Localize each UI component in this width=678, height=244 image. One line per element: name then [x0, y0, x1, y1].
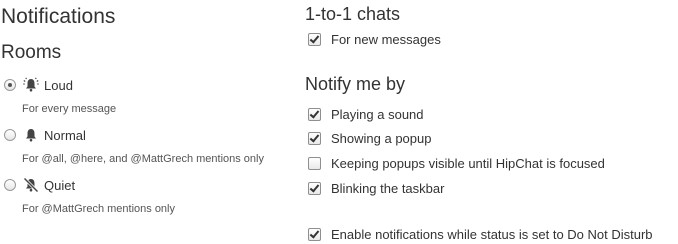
loud-bell-icon	[23, 77, 39, 93]
normal-description: For @all, @here, and @MattGrech mentions…	[22, 153, 264, 165]
rooms-heading: Rooms	[1, 42, 62, 63]
blinking-taskbar-checkbox[interactable]	[308, 181, 321, 195]
quiet-description: For @MattGrech mentions only	[22, 203, 175, 215]
room-option-normal[interactable]: Normal	[4, 125, 86, 145]
page-title: Notifications	[1, 5, 116, 28]
showing-popup-label: Showing a popup	[331, 130, 432, 146]
playing-sound-checkbox[interactable]	[308, 107, 321, 121]
blinking-taskbar-label: Blinking the taskbar	[331, 180, 445, 196]
dnd-notifications-option[interactable]: Enable notifications while status is set…	[308, 225, 653, 243]
new-messages-checkbox[interactable]	[308, 32, 321, 46]
loud-label: Loud	[44, 77, 73, 93]
playing-sound-label: Playing a sound	[331, 106, 424, 122]
playing-sound-option[interactable]: Playing a sound	[308, 105, 424, 123]
quiet-radio[interactable]	[4, 179, 16, 191]
keep-popups-visible-checkbox[interactable]	[308, 156, 321, 170]
notify-me-by-heading: Notify me by	[305, 74, 406, 94]
dnd-notifications-label: Enable notifications while status is set…	[331, 226, 653, 242]
blinking-taskbar-option[interactable]: Blinking the taskbar	[308, 179, 444, 197]
normal-radio[interactable]	[4, 129, 16, 141]
new-messages-label: For new messages	[331, 31, 441, 47]
muted-bell-icon	[23, 177, 39, 193]
room-option-loud[interactable]: Loud	[4, 75, 73, 95]
keep-popups-visible-label: Keeping popups visible until HipChat is …	[331, 155, 605, 171]
normal-label: Normal	[44, 127, 86, 143]
chat-notify-section: 1-to-1 chats For new messages Notify me …	[305, 0, 678, 244]
keep-popups-visible-option[interactable]: Keeping popups visible until HipChat is …	[308, 154, 605, 172]
room-option-quiet[interactable]: Quiet	[4, 175, 75, 195]
loud-description: For every message	[22, 103, 117, 115]
bell-icon	[23, 127, 39, 143]
rooms-section: Notifications Rooms Loud For every messa…	[0, 0, 300, 244]
dnd-notifications-checkbox[interactable]	[308, 227, 321, 241]
showing-popup-checkbox[interactable]	[308, 131, 321, 145]
quiet-label: Quiet	[44, 177, 76, 193]
showing-popup-option[interactable]: Showing a popup	[308, 129, 431, 147]
loud-radio[interactable]	[4, 79, 16, 91]
new-messages-option[interactable]: For new messages	[308, 30, 441, 48]
one-to-one-heading: 1-to-1 chats	[305, 4, 401, 24]
